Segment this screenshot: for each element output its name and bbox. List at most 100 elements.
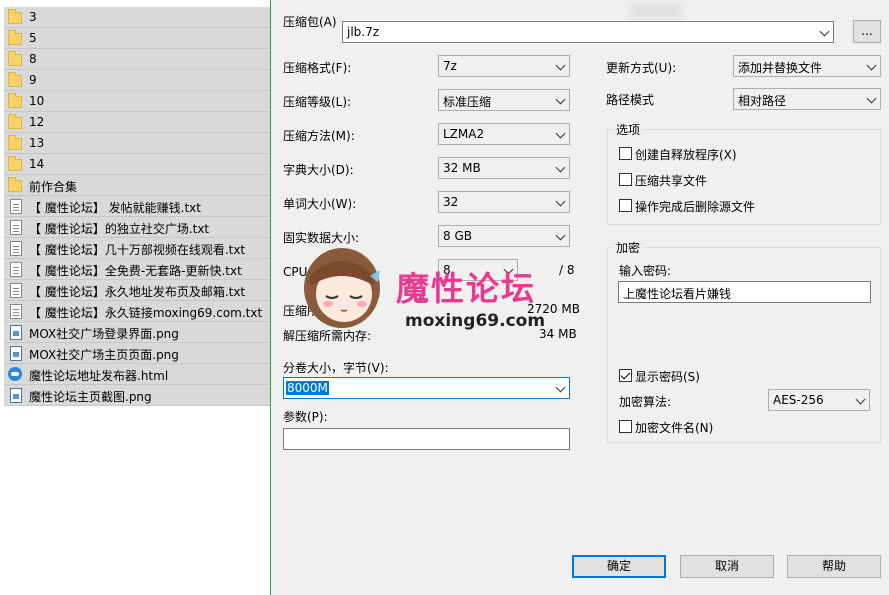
file-row[interactable]: 3 <box>4 7 270 28</box>
file-name: 【 魔性论坛】永久地址发布页及邮箱.txt <box>29 285 246 299</box>
solid-select[interactable]: 8 GB <box>438 225 570 247</box>
shared-label: 压缩共享文件 <box>635 174 708 188</box>
file-row[interactable]: 【 魔性论坛】几十万部视频在线观看.txt <box>4 238 270 259</box>
file-row[interactable]: 【 魔性论坛】永久地址发布页及邮箱.txt <box>4 280 270 301</box>
blurred-title <box>631 4 681 18</box>
text-file-icon <box>10 220 22 235</box>
file-name: 8 <box>29 52 37 66</box>
file-row[interactable]: 12 <box>4 112 270 133</box>
sfx-checkbox[interactable] <box>619 147 632 160</box>
folder-icon <box>8 177 22 192</box>
enc-filenames-checkbox[interactable] <box>619 420 632 433</box>
show-password-checkbox[interactable] <box>619 369 632 382</box>
file-name: 魔性论坛地址发布器.html <box>29 369 169 383</box>
file-row[interactable]: 魔性论坛地址发布器.html <box>4 364 270 385</box>
file-row[interactable]: 13 <box>4 133 270 154</box>
enc-filenames-label: 加密文件名(N) <box>635 421 714 435</box>
level-value: 标准压缩 <box>443 95 492 109</box>
enc-method-value: AES-256 <box>773 393 824 407</box>
dict-select[interactable]: 32 MB <box>438 157 570 179</box>
folder-icon <box>8 30 22 45</box>
watermark-title: 魔性论坛 <box>396 269 536 308</box>
enc-method-select[interactable]: AES-256 <box>768 389 870 411</box>
file-row[interactable]: 前作合集 <box>4 175 270 196</box>
delete-checkbox[interactable] <box>619 199 632 212</box>
file-row[interactable]: MOX社交广场登录界面.png <box>4 322 270 343</box>
file-row[interactable]: 9 <box>4 70 270 91</box>
ok-button[interactable]: 确定 <box>572 555 666 578</box>
folder-icon <box>8 156 22 171</box>
sfx-label: 创建自释放程序(X) <box>635 148 737 162</box>
update-label: 更新方式(U): <box>606 61 677 75</box>
browse-button[interactable]: ... <box>853 20 881 43</box>
file-row[interactable]: MOX社交广场主页页面.png <box>4 343 270 364</box>
file-name: 5 <box>29 31 37 45</box>
image-file-icon <box>10 325 22 340</box>
update-value: 添加并替换文件 <box>738 61 823 75</box>
archive-path-value: jlb.7z <box>347 25 380 39</box>
chevron-down-icon <box>555 60 566 71</box>
file-row[interactable]: 8 <box>4 49 270 70</box>
file-list: 3 5 8 9 10 12 13 14 前作合集【 魔性论坛】 发帖就能赚钱.txt 【 魔性论坛… <box>4 7 270 406</box>
html-file-icon <box>8 367 22 381</box>
update-select[interactable]: 添加并替换文件 <box>733 55 881 77</box>
format-select[interactable]: 7z <box>438 55 570 77</box>
chevron-down-icon <box>855 394 866 405</box>
folder-icon <box>8 114 22 129</box>
level-select[interactable]: 标准压缩 <box>438 89 570 111</box>
text-file-icon <box>10 262 22 277</box>
file-name: 【 魔性论坛】 发帖就能赚钱.txt <box>29 201 201 215</box>
text-file-icon <box>10 199 22 214</box>
chevron-down-icon <box>866 60 877 71</box>
method-value: LZMA2 <box>443 127 485 141</box>
format-value: 7z <box>443 59 457 73</box>
file-name: 前作合集 <box>29 180 78 194</box>
folder-icon <box>8 72 22 87</box>
file-row[interactable]: 14 <box>4 154 270 175</box>
file-row[interactable]: 【 魔性论坛】全免费-无套路-更新快.txt <box>4 259 270 280</box>
file-name: 12 <box>29 115 45 129</box>
password-input[interactable]: 上魔性论坛看片嫌钱 <box>618 281 871 303</box>
mascot-icon <box>304 248 380 328</box>
folder-icon <box>8 93 22 108</box>
shared-checkbox[interactable] <box>619 173 632 186</box>
file-row[interactable]: 【 魔性论坛】永久链接moxing69.com.txt <box>4 301 270 322</box>
file-name: 13 <box>29 136 45 150</box>
chevron-down-icon <box>555 128 566 139</box>
word-value: 32 <box>443 195 459 209</box>
archive-path-combo[interactable]: jlb.7z <box>342 21 834 43</box>
chevron-down-icon[interactable] <box>819 26 830 37</box>
file-row[interactable]: 5 <box>4 28 270 49</box>
chevron-down-icon[interactable] <box>555 382 566 393</box>
folder-icon <box>8 51 22 66</box>
word-label: 单词大小(W): <box>283 197 357 211</box>
path-select[interactable]: 相对路径 <box>733 88 881 110</box>
encryption-title: 加密 <box>614 239 643 256</box>
chevron-down-icon <box>866 93 877 104</box>
file-name: 【 魔性论坛】全免费-无套路-更新快.txt <box>29 264 242 278</box>
file-row[interactable]: 10 <box>4 91 270 112</box>
params-input[interactable] <box>283 428 570 450</box>
image-file-icon <box>10 346 22 361</box>
file-name: MOX社交广场登录界面.png <box>29 327 179 341</box>
file-name: 【 魔性论坛】几十万部视频在线观看.txt <box>29 243 246 257</box>
cancel-button[interactable]: 取消 <box>680 555 774 578</box>
file-name: 魔性论坛主页截图.png <box>29 390 152 404</box>
volume-combo[interactable]: 8000M <box>283 377 570 399</box>
dict-value: 32 MB <box>443 161 481 175</box>
method-select[interactable]: LZMA2 <box>438 123 570 145</box>
params-label: 参数(P): <box>283 410 328 424</box>
text-file-icon <box>10 304 22 319</box>
password-value: 上魔性论坛看片嫌钱 <box>623 287 732 301</box>
file-name: MOX社交广场主页页面.png <box>29 348 179 362</box>
word-select[interactable]: 32 <box>438 191 570 213</box>
help-button[interactable]: 帮助 <box>787 555 881 578</box>
folder-icon <box>8 135 22 150</box>
file-row[interactable]: 【 魔性论坛】的独立社交广场.txt <box>4 217 270 238</box>
file-row[interactable]: 【 魔性论坛】 发帖就能赚钱.txt <box>4 196 270 217</box>
dict-label: 字典大小(D): <box>283 163 354 177</box>
watermark-url: moxing69.com <box>405 311 546 331</box>
file-row[interactable]: 魔性论坛主页截图.png <box>4 385 270 406</box>
file-name: 【 魔性论坛】的独立社交广场.txt <box>29 222 210 236</box>
format-label: 压缩格式(F): <box>283 61 352 75</box>
